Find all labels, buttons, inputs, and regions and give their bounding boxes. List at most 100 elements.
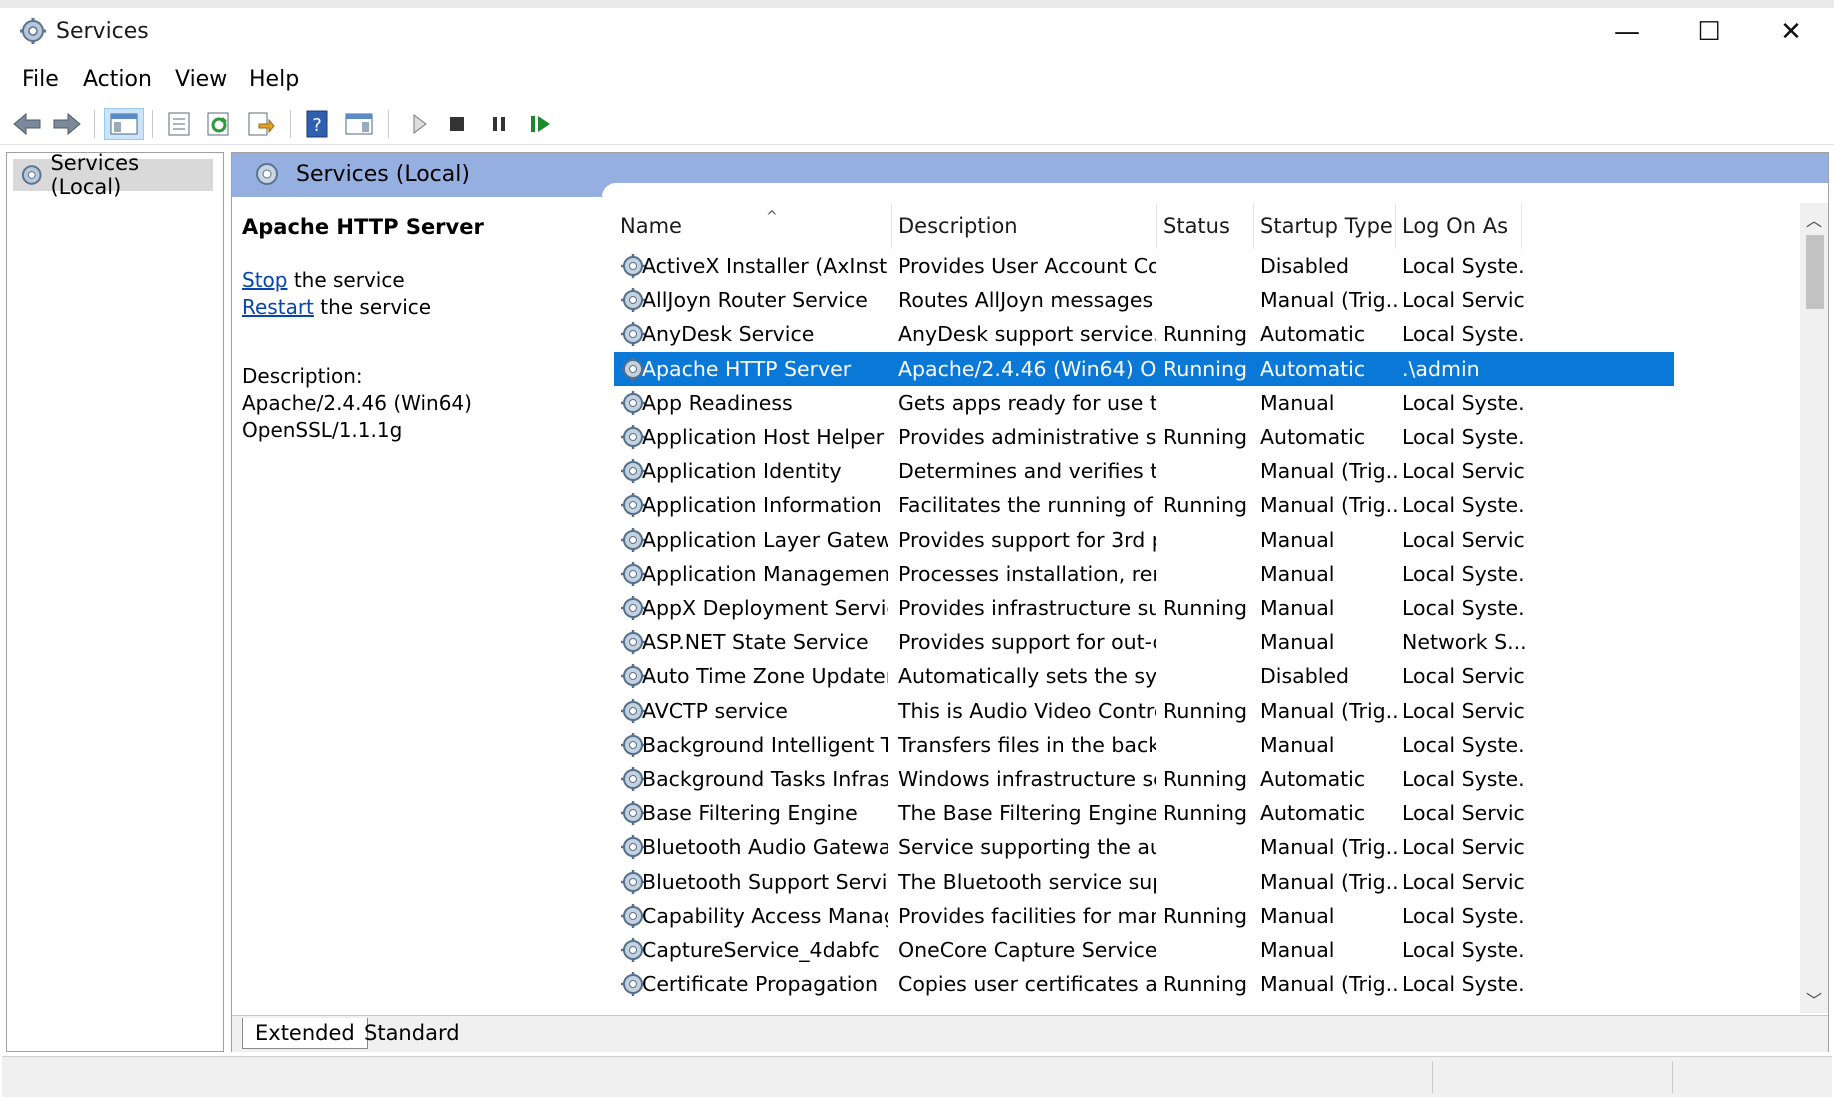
cell-status: Running xyxy=(1163,767,1248,791)
cell-name: Certificate Propagation xyxy=(642,972,878,997)
vertical-scrollbar[interactable]: ︿ ﹀ xyxy=(1800,203,1828,1013)
cell-status: Running xyxy=(1163,425,1248,449)
cell-startup-type: Automatic xyxy=(1260,356,1366,381)
cell-startup-type: Manual (Trig... xyxy=(1260,869,1398,894)
table-row[interactable]: AVCTP service This is Audio Video Control… xyxy=(614,694,1674,728)
cell-description: Processes installation, remo... xyxy=(898,561,1156,586)
title-bar[interactable]: Services — ☐ ✕ xyxy=(0,8,1834,56)
table-row[interactable]: Bluetooth Support Service The Bluetooth s… xyxy=(614,865,1674,899)
refresh-button[interactable] xyxy=(202,108,236,140)
cell-name: CaptureService_4dabfc xyxy=(642,938,880,962)
help-button[interactable]: ? xyxy=(300,108,334,140)
maximize-button[interactable]: ☐ xyxy=(1668,8,1750,56)
cell-name: Background Tasks Infrastru... xyxy=(642,767,888,791)
table-row[interactable]: AnyDesk Service AnyDesk support service. R… xyxy=(614,317,1674,351)
table-row[interactable]: ActiveX Installer (AxInstSV) Provides Use… xyxy=(614,249,1674,283)
close-button[interactable]: ✕ xyxy=(1750,8,1832,56)
forward-button[interactable] xyxy=(50,108,84,140)
export-list-button[interactable] xyxy=(244,108,278,140)
cell-status: Running xyxy=(1163,493,1248,518)
back-button[interactable] xyxy=(10,108,44,140)
tree-node-services-local[interactable]: Services (Local) xyxy=(13,151,213,199)
forward-arrow-icon xyxy=(53,112,81,136)
restart-service-button[interactable] xyxy=(524,108,558,140)
cell-log-on-as: Local Syste... xyxy=(1402,903,1526,928)
table-row[interactable]: Capability Access Manager ... Provides fa… xyxy=(614,899,1674,933)
cell-name: Base Filtering Engine xyxy=(642,801,858,826)
cell-log-on-as: .\admin xyxy=(1402,356,1480,381)
cell-status xyxy=(1163,249,1255,283)
cell-log-on-as: Local Syste... xyxy=(1402,972,1526,997)
column-header-log-on-as[interactable]: Log On As xyxy=(1396,203,1522,249)
menu-view[interactable]: View xyxy=(175,65,227,94)
menu-action[interactable]: Action xyxy=(83,65,152,94)
scrollbar-thumb[interactable] xyxy=(1806,235,1824,309)
table-row[interactable]: Bluetooth Audio Gateway S... Service supp… xyxy=(614,830,1674,864)
cell-startup-type: Manual xyxy=(1260,903,1335,928)
restart-service-link[interactable]: Restart xyxy=(242,295,314,319)
pause-service-button[interactable] xyxy=(482,108,516,140)
cell-status xyxy=(1163,933,1255,967)
properties-button[interactable] xyxy=(162,108,196,140)
cell-status xyxy=(1163,728,1255,762)
cell-log-on-as: Local Syste... xyxy=(1402,938,1526,962)
cell-log-on-as: Local Service xyxy=(1402,459,1526,484)
column-header-startup-type[interactable]: Startup Type xyxy=(1254,203,1396,249)
column-header-description[interactable]: Description xyxy=(892,203,1157,249)
cell-log-on-as: Local Syste... xyxy=(1402,493,1526,518)
cell-startup-type: Manual xyxy=(1260,390,1335,415)
cell-description: OneCore Capture Service xyxy=(898,938,1156,962)
show-action-pane-button[interactable] xyxy=(342,108,376,140)
table-row[interactable]: Auto Time Zone Updater Automatically sets… xyxy=(614,659,1674,693)
table-row[interactable]: AllJoyn Router Service Routes AllJoyn mes… xyxy=(614,283,1674,317)
resume-icon xyxy=(531,116,550,132)
cell-status xyxy=(1163,283,1255,317)
cell-description: The Bluetooth service suppo... xyxy=(898,869,1156,894)
stop-service-link[interactable]: Stop xyxy=(242,268,287,292)
description-label: Description: xyxy=(242,364,363,388)
table-row[interactable]: Background Intelligent Tran... Transfers … xyxy=(614,728,1674,762)
column-header-name[interactable]: Name xyxy=(614,203,892,249)
table-row[interactable]: Application Management Processes installa… xyxy=(614,557,1674,591)
table-row[interactable]: Application Information Facilitates the r… xyxy=(614,488,1674,522)
start-service-button[interactable] xyxy=(402,108,436,140)
table-row[interactable]: Base Filtering Engine The Base Filtering … xyxy=(614,796,1674,830)
cell-description: Windows infrastructure servi... xyxy=(898,767,1156,791)
cell-log-on-as: Local Syste... xyxy=(1402,767,1526,791)
cell-status: Running xyxy=(1163,801,1248,826)
cell-status xyxy=(1163,523,1255,557)
table-row[interactable]: Background Tasks Infrastru... Windows inf… xyxy=(614,762,1674,796)
table-row[interactable]: CaptureService_4dabfc OneCore Capture Ser… xyxy=(614,933,1674,967)
toolbar: ? xyxy=(0,104,1834,145)
cell-startup-type: Automatic xyxy=(1260,767,1366,791)
properties-icon xyxy=(168,112,190,136)
cell-name: Application Layer Gateway ... xyxy=(642,527,888,552)
table-row[interactable]: Application Identity Determines and verif… xyxy=(614,454,1674,488)
cell-description: Gets apps ready for use the f... xyxy=(898,390,1156,415)
cell-description: Determines and verifies the i... xyxy=(898,459,1156,484)
scroll-up-arrow-icon[interactable]: ︿ xyxy=(1804,207,1824,231)
show-hide-console-tree-button[interactable] xyxy=(104,108,144,140)
table-row[interactable]: Application Layer Gateway ... Provides su… xyxy=(614,523,1674,557)
cell-name: App Readiness xyxy=(642,390,793,415)
cell-description: Provides support for out-of-... xyxy=(898,630,1156,655)
table-row[interactable]: Apache HTTP Server Apache/2.4.46 (Win64) … xyxy=(614,351,1674,386)
minimize-button[interactable]: — xyxy=(1586,8,1668,56)
cell-log-on-as: Network S... xyxy=(1402,630,1526,655)
scroll-down-arrow-icon[interactable]: ﹀ xyxy=(1804,987,1824,1011)
cell-description: This is Audio Video Control ... xyxy=(898,698,1156,723)
cell-log-on-as: Local Service xyxy=(1402,664,1526,689)
table-row[interactable]: ASP.NET State Service Provides support fo… xyxy=(614,625,1674,659)
menu-file[interactable]: File xyxy=(22,65,59,94)
table-row[interactable]: App Readiness Gets apps ready for use the… xyxy=(614,386,1674,420)
cell-name: Application Identity xyxy=(642,459,842,484)
table-row[interactable]: Application Host Helper Ser... Provides a… xyxy=(614,420,1674,454)
table-row[interactable]: AppX Deployment Service (... Provides inf… xyxy=(614,591,1674,625)
table-row[interactable]: Certificate Propagation Copies user certi… xyxy=(614,967,1674,1001)
tab-extended[interactable]: Extended xyxy=(242,1018,368,1049)
stop-service-button[interactable] xyxy=(440,108,474,140)
tab-standard[interactable]: Standard xyxy=(352,1018,472,1048)
column-header-status[interactable]: Status xyxy=(1157,203,1254,249)
menu-help[interactable]: Help xyxy=(249,65,299,94)
extended-description-panel: Apache HTTP Server Stop the service Rest… xyxy=(242,209,602,444)
